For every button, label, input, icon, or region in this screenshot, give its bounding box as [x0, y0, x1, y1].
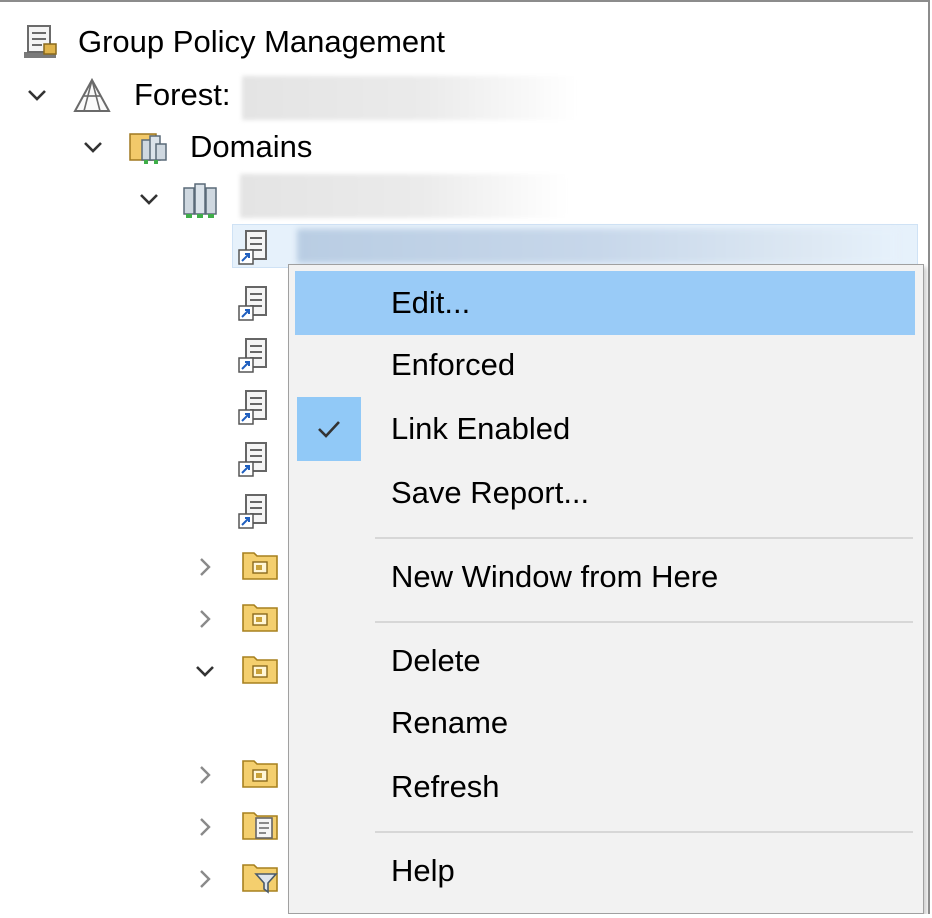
menu-item-rename[interactable]: Rename	[295, 691, 915, 755]
menu-separator	[375, 621, 913, 623]
chevron-right-icon[interactable]	[194, 608, 216, 630]
menu-item-label: Link Enabled	[391, 411, 571, 446]
chevron-right-icon[interactable]	[194, 764, 216, 786]
domains-icon	[128, 126, 168, 166]
menu-item-label: Enforced	[391, 347, 516, 382]
gpo-link-icon[interactable]	[236, 492, 276, 532]
gpo-link-icon[interactable]	[236, 440, 276, 480]
chevron-down-icon[interactable]	[26, 84, 48, 106]
chevron-down-icon[interactable]	[138, 188, 160, 210]
menu-item-label: Save Report...	[391, 475, 590, 510]
menu-item-label: Help	[391, 853, 455, 888]
menu-item-edit[interactable]: Edit...	[295, 271, 915, 335]
tree-label-domains: Domains	[190, 129, 313, 164]
forest-icon	[72, 76, 112, 116]
tree-label-forest: Forest:	[134, 77, 231, 112]
chevron-down-icon[interactable]	[82, 136, 104, 158]
chevron-right-icon[interactable]	[194, 868, 216, 890]
menu-item-help[interactable]: Help	[295, 839, 915, 903]
domain-icon	[180, 180, 220, 220]
menu-item-label: Rename	[391, 705, 509, 740]
menu-item-label: New Window from Here	[391, 559, 719, 594]
menu-item-label: Delete	[391, 643, 481, 678]
ou-icon	[240, 648, 280, 688]
gpo-link-icon[interactable]	[236, 284, 276, 324]
menu-item-refresh[interactable]: Refresh	[295, 755, 915, 819]
wmi-filter-container-icon	[240, 856, 280, 896]
menu-item-delete[interactable]: Delete	[295, 629, 915, 693]
gpo-container-icon	[240, 804, 280, 844]
folder-icon	[240, 906, 280, 914]
gpo-link-icon[interactable]	[236, 336, 276, 376]
ou-icon	[240, 544, 280, 584]
menu-item-new-window-from-here[interactable]: New Window from Here	[295, 545, 915, 609]
menu-separator	[375, 831, 913, 833]
tree-label-group-policy-management: Group Policy Management	[78, 24, 446, 59]
chevron-right-icon[interactable]	[194, 816, 216, 838]
ou-icon	[240, 596, 280, 636]
tree-item-gpo-link-selected[interactable]	[232, 224, 918, 268]
menu-item-enforced[interactable]: Enforced	[295, 333, 915, 397]
menu-item-label: Refresh	[391, 769, 500, 804]
redacted-forest-name	[242, 76, 577, 120]
redacted-domain-name	[240, 174, 568, 218]
chevron-right-icon[interactable]	[194, 556, 216, 578]
gpmc-tree-pane: Group Policy Management Forest: Domains …	[0, 0, 930, 914]
menu-separator	[375, 537, 913, 539]
chevron-down-icon[interactable]	[194, 660, 216, 682]
ou-icon	[240, 752, 280, 792]
menu-item-save-report[interactable]: Save Report...	[295, 461, 915, 525]
gpm-console-icon	[20, 22, 60, 62]
gpo-link-icon[interactable]	[236, 388, 276, 428]
redacted-gpo-name	[297, 229, 897, 263]
checkmark-icon	[297, 397, 361, 461]
menu-item-label: Edit...	[391, 285, 471, 320]
context-menu: Edit... Enforced Link Enabled Save Repor…	[288, 264, 924, 914]
menu-item-link-enabled[interactable]: Link Enabled	[295, 397, 915, 461]
gpo-link-icon[interactable]	[236, 228, 276, 268]
